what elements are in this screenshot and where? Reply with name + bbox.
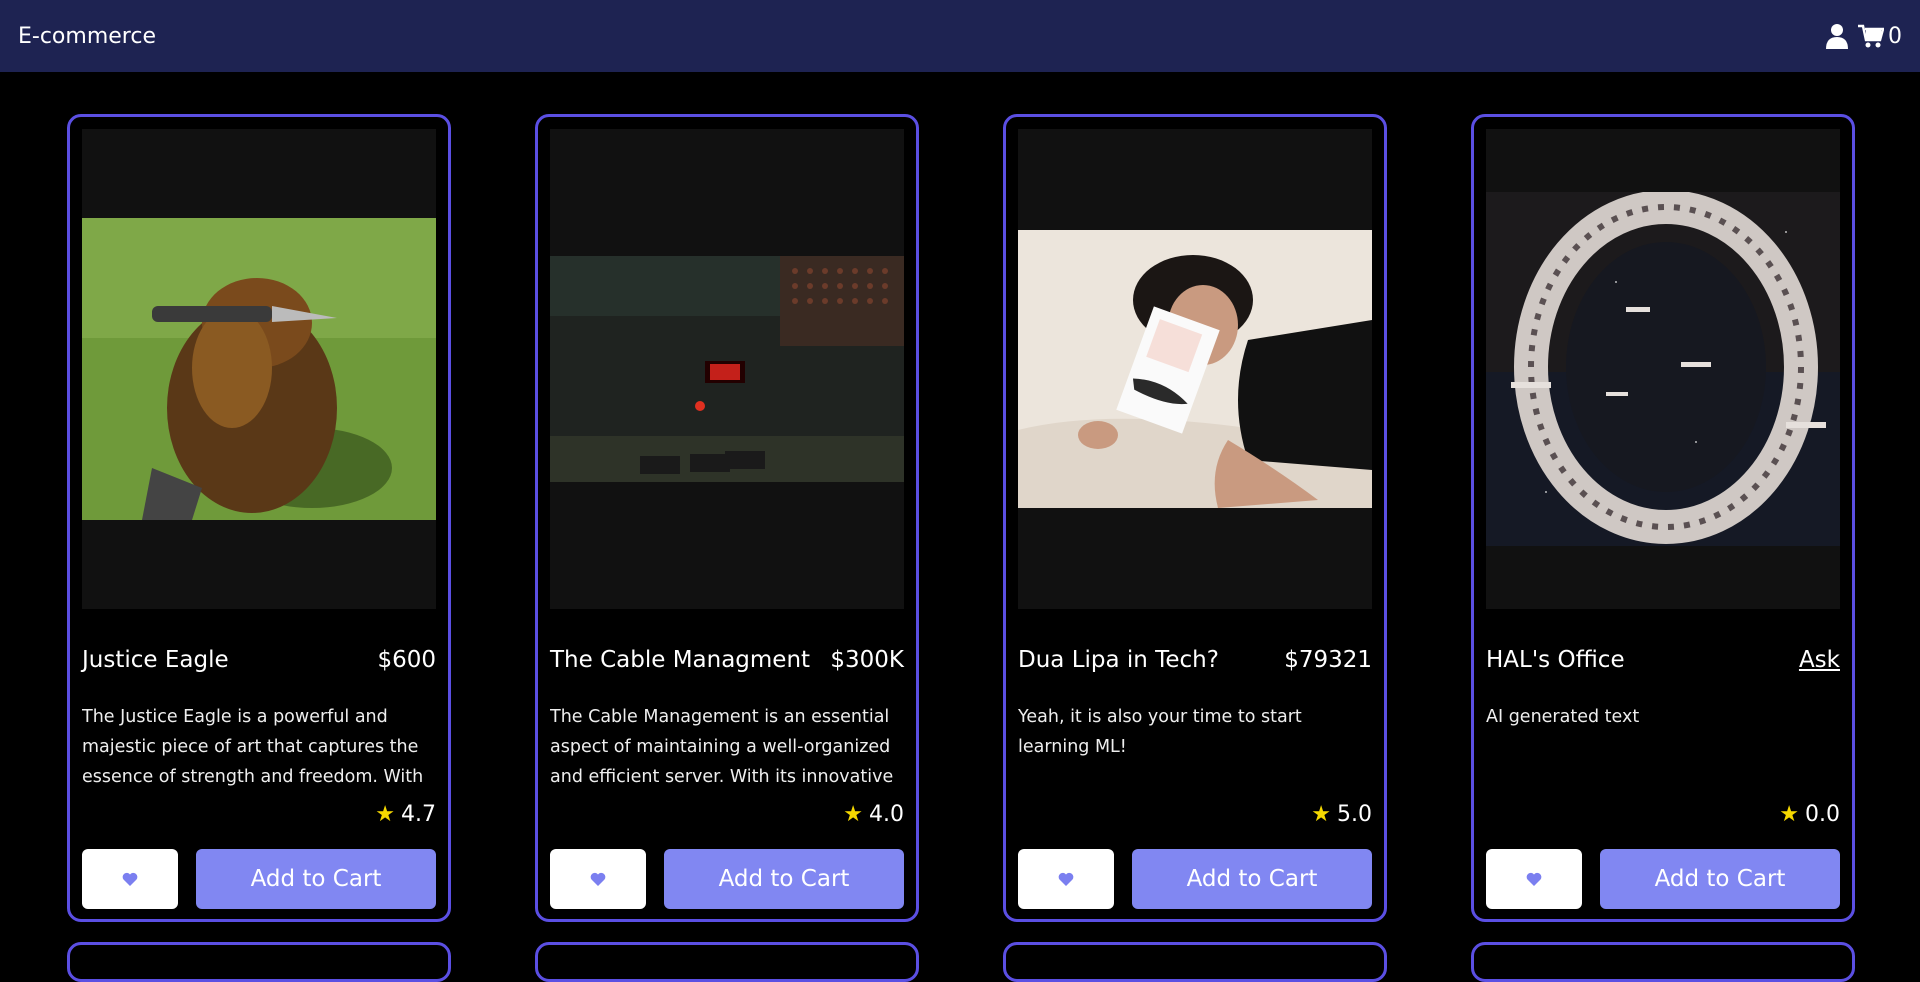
add-to-cart-button[interactable]: Add to Cart <box>196 849 436 909</box>
product-title-row: The Cable Managment $300K <box>550 647 904 673</box>
product-title-row: HAL's Office Ask <box>1486 647 1840 673</box>
heart-icon <box>122 872 138 886</box>
favorite-button[interactable] <box>1018 849 1114 909</box>
product-rating: ★ 4.7 <box>375 802 436 827</box>
eagle-photo[interactable] <box>82 218 436 520</box>
rating-value: 5.0 <box>1337 802 1372 827</box>
product-card: Justice Eagle $600 The Justice Eagle is … <box>67 114 451 922</box>
top-navbar: E-commerce 0 <box>0 0 1920 72</box>
product-actions: Add to Cart <box>550 849 904 909</box>
favorite-button[interactable] <box>82 849 178 909</box>
product-image-frame <box>550 129 904 609</box>
star-icon: ★ <box>843 802 863 827</box>
product-grid: Justice Eagle $600 The Justice Eagle is … <box>0 0 1920 982</box>
rating-value: 4.0 <box>869 802 904 827</box>
product-actions: Add to Cart <box>82 849 436 909</box>
product-price: $300K <box>830 647 904 673</box>
product-actions: Add to Cart <box>1018 849 1372 909</box>
product-card-partial <box>1003 942 1387 982</box>
space-station-image[interactable] <box>1486 192 1840 546</box>
heart-icon <box>1058 872 1074 886</box>
product-image-frame <box>82 129 436 609</box>
star-icon: ★ <box>1311 802 1331 827</box>
product-description: Yeah, it is also your time to start lear… <box>1018 707 1302 757</box>
cart-link[interactable]: 0 <box>1858 24 1902 49</box>
rating-value: 4.7 <box>401 802 436 827</box>
product-rating: ★ 5.0 <box>1311 802 1372 827</box>
star-icon: ★ <box>1779 802 1799 827</box>
favorite-button[interactable] <box>550 849 646 909</box>
product-description: AI generated text <box>1486 707 1640 727</box>
brand-link[interactable]: E-commerce <box>18 24 156 49</box>
product-card-partial <box>535 942 919 982</box>
product-card-partial <box>67 942 451 982</box>
product-price: $600 <box>377 647 436 673</box>
product-title-row: Dua Lipa in Tech? $79321 <box>1018 647 1372 673</box>
product-title[interactable]: Justice Eagle <box>82 647 229 673</box>
product-title-row: Justice Eagle $600 <box>82 647 436 673</box>
product-title[interactable]: HAL's Office <box>1486 647 1625 673</box>
favorite-button[interactable] <box>1486 849 1582 909</box>
medieval-device-photo[interactable] <box>550 256 904 482</box>
user-icon[interactable] <box>1826 23 1848 49</box>
add-to-cart-button[interactable]: Add to Cart <box>664 849 904 909</box>
heart-icon <box>1526 872 1542 886</box>
product-actions: Add to Cart <box>1486 849 1840 909</box>
product-rating: ★ 0.0 <box>1779 802 1840 827</box>
product-title[interactable]: Dua Lipa in Tech? <box>1018 647 1219 673</box>
cart-icon <box>1858 24 1884 48</box>
product-rating: ★ 4.0 <box>843 802 904 827</box>
product-description: The Cable Management is an essential asp… <box>550 707 894 787</box>
star-icon: ★ <box>375 802 395 827</box>
product-image-frame <box>1018 129 1372 609</box>
rating-value: 0.0 <box>1805 802 1840 827</box>
ask-price-link[interactable]: Ask <box>1799 647 1840 673</box>
product-card: The Cable Managment $300K The Cable Mana… <box>535 114 919 922</box>
product-image-frame <box>1486 129 1840 609</box>
cart-count: 0 <box>1888 23 1902 49</box>
heart-icon <box>590 872 606 886</box>
add-to-cart-button[interactable]: Add to Cart <box>1132 849 1372 909</box>
product-card-partial <box>1471 942 1855 982</box>
product-card: HAL's Office Ask AI generated text ★ 0.0… <box>1471 114 1855 922</box>
product-description: The Justice Eagle is a powerful and maje… <box>82 707 424 787</box>
person-with-book-photo[interactable] <box>1018 230 1372 508</box>
add-to-cart-button[interactable]: Add to Cart <box>1600 849 1840 909</box>
product-title[interactable]: The Cable Managment <box>550 647 810 673</box>
nav-actions: 0 <box>1826 23 1902 49</box>
product-price: $79321 <box>1284 647 1372 673</box>
product-card: Dua Lipa in Tech? $79321 Yeah, it is als… <box>1003 114 1387 922</box>
